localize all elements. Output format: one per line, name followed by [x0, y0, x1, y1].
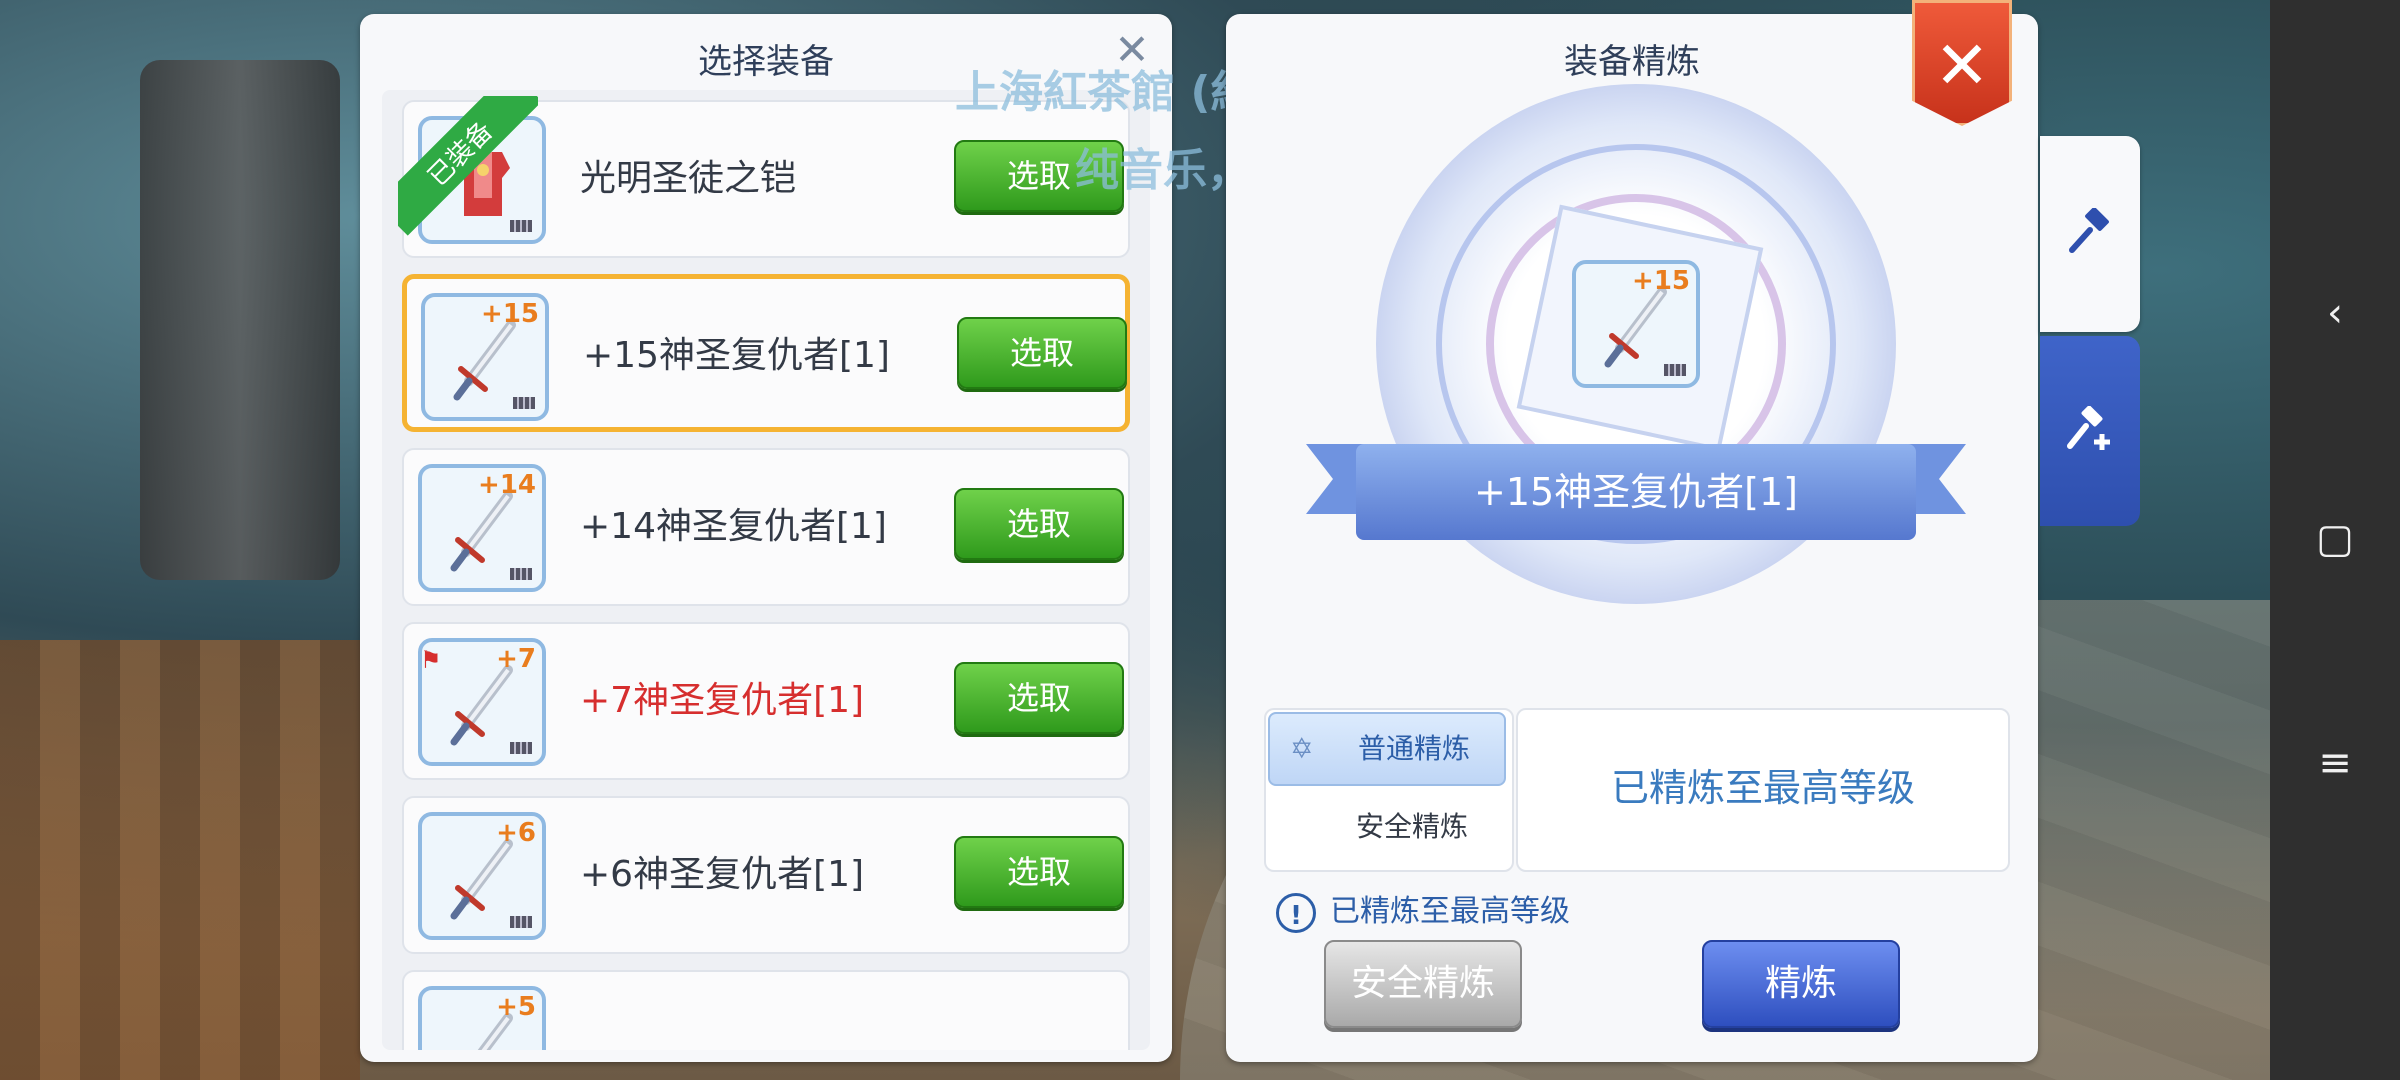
background-wood-railing — [0, 640, 360, 1080]
select-equipment-panel: 选择装备 ✕ 已装备 光明圣徒之铠 选取 +15 +15神圣复仇者[1] 选取 +14 +14… — [360, 14, 1172, 1062]
flag-icon: ⚑ — [420, 646, 442, 674]
equipment-list[interactable]: 已装备 光明圣徒之铠选取 +15 +15神圣复仇者[1] 选取 +14 +14神圣复仇者[1… — [382, 90, 1150, 1050]
exclamation-icon: ! — [1276, 892, 1316, 933]
item-thumbnail: +14 — [418, 464, 546, 592]
tab-refine-hammer[interactable] — [2040, 136, 2140, 332]
normal-refine-tab[interactable]: ✡ 普通精炼 — [1268, 712, 1506, 786]
refine-target-slot[interactable]: +15 — [1572, 260, 1700, 388]
refine-level-label: +6 — [496, 818, 536, 848]
card-slot-icon — [510, 568, 532, 580]
home-square-icon[interactable]: ▢ — [2270, 516, 2400, 562]
refine-mode-selector: ✡ 普通精炼 安全精炼 — [1264, 708, 1514, 872]
refine-item-name: +15神圣复仇者[1] — [1356, 444, 1916, 540]
item-name-ribbon: +15神圣复仇者[1] — [1306, 434, 1966, 554]
item-name: 光明圣徒之铠 — [580, 158, 797, 199]
refine-panel: 装备精炼 +15 +15神圣复仇者[1] ✡ 普通精炼 安全精炼 已精炼至最高等… — [1226, 14, 2038, 1062]
card-slot-icon — [510, 916, 532, 928]
normal-refine-label: 普通精炼 — [1358, 732, 1471, 765]
item-name: +7神圣复仇者[1] — [580, 680, 865, 721]
list-item[interactable]: +6 +6神圣复仇者[1] 选取 — [402, 796, 1130, 954]
select-item-button[interactable]: 选取 — [954, 488, 1124, 560]
tab-enhance-hammer[interactable] — [2040, 336, 2140, 526]
safe-refine-tab[interactable]: 安全精炼 — [1268, 790, 1506, 864]
select-item-button[interactable]: 选取 — [954, 662, 1124, 734]
back-icon[interactable]: ‹ — [2270, 290, 2400, 336]
item-name: +6神圣复仇者[1] — [580, 854, 865, 895]
item-thumbnail: +7 ⚑ — [418, 638, 546, 766]
item-thumbnail: +5 — [418, 986, 546, 1050]
refine-level-label: +7 — [496, 644, 536, 674]
close-icon[interactable]: ✕ — [1912, 0, 2012, 126]
safe-refine-button[interactable]: 安全精炼 — [1324, 940, 1522, 1028]
item-thumbnail: +6 — [418, 812, 546, 940]
list-item[interactable]: +14 +14神圣复仇者[1] 选取 — [402, 448, 1130, 606]
list-item[interactable]: +5 — [402, 970, 1130, 1050]
refine-level-label: +5 — [496, 992, 536, 1022]
list-item[interactable]: +15 +15神圣复仇者[1] 选取 — [402, 274, 1130, 432]
card-slot-icon — [1664, 364, 1686, 376]
star-icon: ✡ — [1290, 732, 1314, 765]
hammer-icon — [2069, 208, 2109, 253]
select-item-button[interactable]: 选取 — [957, 317, 1127, 389]
card-slot-icon — [510, 742, 532, 754]
background-pillar — [140, 60, 340, 580]
item-thumbnail: +15 — [421, 293, 549, 421]
refine-notice-text: 已精炼至最高等级 — [1330, 894, 1570, 929]
menu-icon[interactable]: ≡ — [2270, 740, 2400, 786]
refine-level-label: +15 — [481, 299, 539, 329]
refine-level-label: +14 — [478, 470, 536, 500]
equipped-badge: 已装备 — [398, 96, 538, 236]
system-nav-bar: ‹ ▢ ≡ — [2270, 0, 2400, 1080]
item-name: +14神圣复仇者[1] — [580, 506, 887, 547]
hammer-plus-icon — [2067, 406, 2110, 450]
list-item[interactable]: +7 ⚑ +7神圣复仇者[1] 选取 — [402, 622, 1130, 780]
refine-status-box: 已精炼至最高等级 — [1516, 708, 2010, 872]
safe-refine-label: 安全精炼 — [1356, 810, 1469, 843]
list-item[interactable]: 已装备 光明圣徒之铠 选取 — [398, 96, 1130, 258]
refine-notice: ! 已精炼至最高等级 — [1276, 882, 1570, 942]
card-slot-icon — [513, 397, 535, 409]
refine-button[interactable]: 精炼 — [1702, 940, 1900, 1028]
item-name: +15神圣复仇者[1] — [583, 335, 890, 376]
refine-level-label: +15 — [1632, 266, 1690, 296]
select-item-button[interactable]: 选取 — [954, 836, 1124, 908]
